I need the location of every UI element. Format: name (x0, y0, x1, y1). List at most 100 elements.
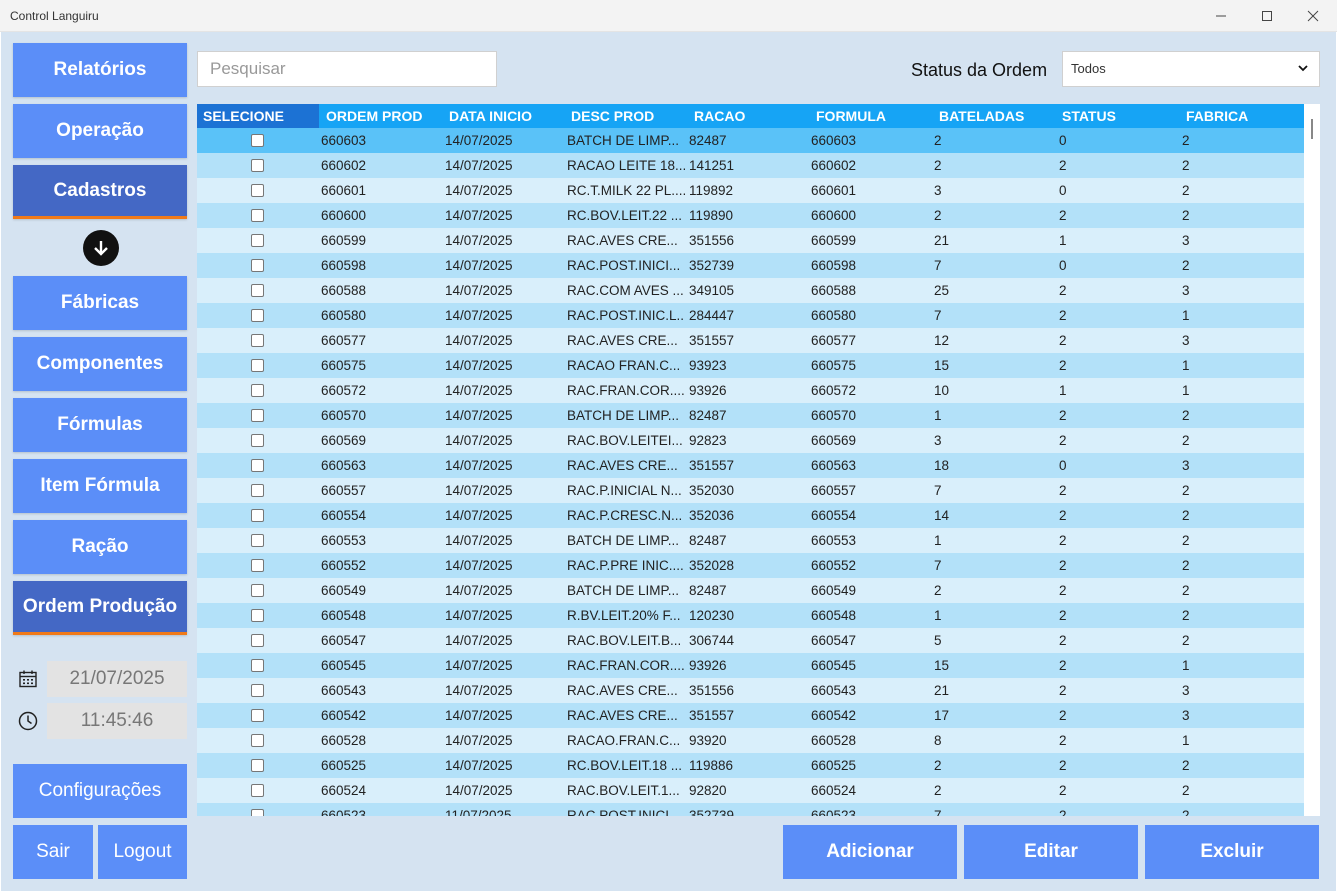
cell-status: 2 (1059, 733, 1067, 748)
row-select-checkbox[interactable] (251, 734, 264, 747)
row-select-checkbox[interactable] (251, 259, 264, 272)
table-row[interactable]: 660554 14/07/2025 RAC.P.CRESC.N... 352036 66… (197, 503, 1304, 528)
header-formula[interactable]: FORMULA (816, 104, 886, 128)
row-select-checkbox[interactable] (251, 134, 264, 147)
header-selecione[interactable]: SELECIONE (197, 104, 319, 128)
table-row[interactable]: 660545 14/07/2025 RAC.FRAN.COR.... 93926 660… (197, 653, 1304, 678)
table-row[interactable]: 660588 14/07/2025 RAC.COM AVES ... 349105 66… (197, 278, 1304, 303)
row-select-checkbox[interactable] (251, 634, 264, 647)
row-select-checkbox[interactable] (251, 784, 264, 797)
table-row[interactable]: 660523 11/07/2025 RAC.POST.INICI... 352739 6… (197, 803, 1304, 816)
row-select-checkbox[interactable] (251, 234, 264, 247)
nav-ordem-producao-button[interactable]: Ordem Produção (13, 581, 187, 635)
row-select-checkbox[interactable] (251, 209, 264, 222)
cell-fabrica: 3 (1182, 683, 1190, 698)
row-select-checkbox[interactable] (251, 384, 264, 397)
table-row[interactable]: 660548 14/07/2025 R.BV.LEIT.20% F... 120230… (197, 603, 1304, 628)
row-select-checkbox[interactable] (251, 584, 264, 597)
cell-bateladas: 7 (934, 483, 942, 498)
row-select-checkbox[interactable] (251, 809, 264, 816)
row-select-checkbox[interactable] (251, 709, 264, 722)
close-button[interactable] (1290, 0, 1336, 32)
cell-formula: 660580 (811, 308, 857, 323)
row-select-checkbox[interactable] (251, 309, 264, 322)
table-row[interactable]: 660598 14/07/2025 RAC.POST.INICI... 352739 6… (197, 253, 1304, 278)
row-select-checkbox[interactable] (251, 759, 264, 772)
row-select-checkbox[interactable] (251, 559, 264, 572)
header-data-inicio[interactable]: DATA INICIO (449, 104, 532, 128)
table-row[interactable]: 660570 14/07/2025 BATCH DE LIMP... 82487 660… (197, 403, 1304, 428)
row-select-checkbox[interactable] (251, 684, 264, 697)
table-row[interactable]: 660572 14/07/2025 RAC.FRAN.COR.... 93926 660… (197, 378, 1304, 403)
table-row[interactable]: 660575 14/07/2025 RACAO FRAN.C... 93923 6605… (197, 353, 1304, 378)
row-select-checkbox[interactable] (251, 534, 264, 547)
nav-cadastros-button[interactable]: Cadastros (13, 165, 187, 219)
table-row[interactable]: 660525 14/07/2025 RC.BOV.LEIT.18 ... 119886… (197, 753, 1304, 778)
nav-fabricas-button[interactable]: Fábricas (13, 276, 187, 330)
table-row[interactable]: 660602 14/07/2025 RACAO LEITE 18... 141251 6… (197, 153, 1304, 178)
table-row[interactable]: 660528 14/07/2025 RACAO.FRAN.C... 93920 6605… (197, 728, 1304, 753)
table-row[interactable]: 660557 14/07/2025 RAC.P.INICIAL N... 352030… (197, 478, 1304, 503)
table-scrollbar[interactable] (1304, 104, 1320, 816)
table-row[interactable]: 660552 14/07/2025 RAC.P.PRE INIC.... 352028… (197, 553, 1304, 578)
maximize-button[interactable] (1244, 0, 1290, 32)
nav-relatorios-button[interactable]: Relatórios (13, 43, 187, 97)
logout-button[interactable]: Logout (98, 825, 187, 879)
row-select-checkbox[interactable] (251, 484, 264, 497)
table-row[interactable]: 660600 14/07/2025 RC.BOV.LEIT.22 ... 119890… (197, 203, 1304, 228)
excluir-button[interactable]: Excluir (1145, 825, 1319, 879)
table-row[interactable]: 660547 14/07/2025 RAC.BOV.LEIT.B... 306744 6… (197, 628, 1304, 653)
cell-ordem-prod: 660545 (321, 658, 367, 673)
editar-button[interactable]: Editar (964, 825, 1138, 879)
table-row[interactable]: 660577 14/07/2025 RAC.AVES CRE... 351557 660… (197, 328, 1304, 353)
table-row[interactable]: 660563 14/07/2025 RAC.AVES CRE... 351557 660… (197, 453, 1304, 478)
status-filter-select[interactable]: Todos (1062, 51, 1320, 87)
table-row[interactable]: 660549 14/07/2025 BATCH DE LIMP... 82487 660… (197, 578, 1304, 603)
table-row[interactable]: 660524 14/07/2025 RAC.BOV.LEIT.1... 92820 66… (197, 778, 1304, 803)
nav-componentes-button[interactable]: Componentes (13, 337, 187, 391)
nav-operacao-button[interactable]: Operação (13, 104, 187, 158)
cell-fabrica: 1 (1182, 733, 1190, 748)
table-row[interactable]: 660543 14/07/2025 RAC.AVES CRE... 351556 660… (197, 678, 1304, 703)
cell-formula: 660554 (811, 508, 857, 523)
table-header: SELECIONE ORDEM PROD DATA INICIO DESC PR… (197, 104, 1304, 128)
row-select-checkbox[interactable] (251, 184, 264, 197)
row-select-checkbox[interactable] (251, 284, 264, 297)
row-select-checkbox[interactable] (251, 159, 264, 172)
adicionar-button[interactable]: Adicionar (783, 825, 957, 879)
table-row[interactable]: 660553 14/07/2025 BATCH DE LIMP... 82487 660… (197, 528, 1304, 553)
row-select-checkbox[interactable] (251, 609, 264, 622)
cell-status: 2 (1059, 658, 1067, 673)
row-select-checkbox[interactable] (251, 359, 264, 372)
header-racao[interactable]: RACAO (694, 104, 745, 128)
cell-desc-prod: RAC.POST.INICI... (567, 808, 681, 816)
cell-desc-prod: RAC.POST.INIC.L... (567, 308, 685, 323)
row-select-checkbox[interactable] (251, 409, 264, 422)
table-row[interactable]: 660542 14/07/2025 RAC.AVES CRE... 351557 660… (197, 703, 1304, 728)
nav-racao-button[interactable]: Ração (13, 520, 187, 574)
header-fabrica[interactable]: FABRICA (1186, 104, 1248, 128)
table-row[interactable]: 660601 14/07/2025 RC.T.MILK 22 PL.... 11989… (197, 178, 1304, 203)
header-ordem-prod[interactable]: ORDEM PROD (326, 104, 422, 128)
row-select-checkbox[interactable] (251, 509, 264, 522)
cell-bateladas: 7 (934, 558, 942, 573)
table-row[interactable]: 660599 14/07/2025 RAC.AVES CRE... 351556 660… (197, 228, 1304, 253)
search-input[interactable] (197, 51, 497, 87)
cell-bateladas: 8 (934, 733, 942, 748)
header-desc-prod[interactable]: DESC PROD (571, 104, 654, 128)
minimize-button[interactable] (1198, 0, 1244, 32)
nav-formulas-button[interactable]: Fórmulas (13, 398, 187, 452)
row-select-checkbox[interactable] (251, 434, 264, 447)
configuracoes-button[interactable]: Configurações (13, 764, 187, 818)
row-select-checkbox[interactable] (251, 659, 264, 672)
header-bateladas[interactable]: BATELADAS (939, 104, 1024, 128)
scrollbar-thumb[interactable] (1311, 119, 1313, 139)
nav-item-formula-button[interactable]: Item Fórmula (13, 459, 187, 513)
header-status[interactable]: STATUS (1062, 104, 1116, 128)
row-select-checkbox[interactable] (251, 334, 264, 347)
table-row[interactable]: 660569 14/07/2025 RAC.BOV.LEITEI... 92823 66… (197, 428, 1304, 453)
row-select-checkbox[interactable] (251, 459, 264, 472)
table-row[interactable]: 660603 14/07/2025 BATCH DE LIMP... 82487 660… (197, 128, 1304, 153)
sair-button[interactable]: Sair (13, 825, 93, 879)
table-row[interactable]: 660580 14/07/2025 RAC.POST.INIC.L... 284447… (197, 303, 1304, 328)
